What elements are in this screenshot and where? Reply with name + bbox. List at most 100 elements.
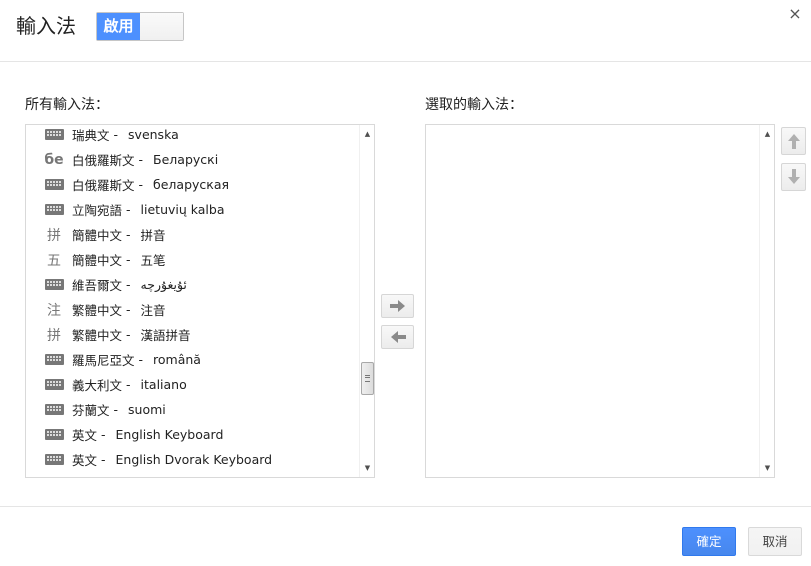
input-method-item[interactable]: 英文 - English Dvorak Keyboard bbox=[26, 447, 358, 472]
cancel-button[interactable]: 取消 bbox=[748, 527, 802, 556]
keyboard-icon bbox=[44, 428, 64, 442]
method-separator: - bbox=[138, 152, 144, 167]
method-native-name: svenska bbox=[128, 127, 179, 142]
method-separator: - bbox=[126, 327, 131, 342]
method-language: 英文 bbox=[72, 428, 98, 443]
input-method-item[interactable]: 維吾爾文 - ئۇيغۇرچە bbox=[26, 272, 358, 297]
arrow-right-icon bbox=[389, 300, 405, 312]
keyboard-icon bbox=[44, 203, 64, 217]
ime-glyph-icon: 拼 bbox=[47, 227, 61, 244]
method-language: 簡體中文 bbox=[72, 253, 123, 268]
keyboard-glyph bbox=[44, 404, 64, 415]
method-language: 繁體中文 bbox=[72, 303, 123, 318]
ime-glyph-icon: бe bbox=[44, 151, 64, 168]
method-native-name: беларуская bbox=[153, 177, 230, 192]
all-methods-label: 所有輸入法： bbox=[25, 97, 109, 113]
enable-toggle[interactable]: 啟用 bbox=[96, 12, 184, 41]
input-method-item[interactable]: 瑞典文 - svenska bbox=[26, 125, 358, 147]
method-native-name: English Dvorak Keyboard bbox=[115, 452, 273, 467]
method-native-name: 漢語拼音 bbox=[140, 328, 191, 343]
method-native-name: italiano bbox=[140, 377, 187, 392]
all-methods-scrollbar[interactable]: ▲ ▼ bbox=[359, 125, 374, 477]
close-icon[interactable]: × bbox=[787, 6, 803, 22]
method-separator: - bbox=[126, 302, 131, 317]
method-native-name: Беларускі bbox=[153, 152, 219, 167]
method-separator: - bbox=[126, 202, 131, 217]
keyboard-glyph bbox=[44, 454, 64, 465]
input-method-item[interactable]: 羅馬尼亞文 - română bbox=[26, 347, 358, 372]
keyboard-icon bbox=[44, 353, 64, 367]
input-method-item[interactable]: 義大利文 - italiano bbox=[26, 372, 358, 397]
scroll-down-arrow-icon[interactable]: ▼ bbox=[760, 461, 774, 475]
keyboard-glyph bbox=[44, 129, 64, 140]
input-method-dialog: 輸入法 啟用 × 所有輸入法： 選取的輸入法： 瑞典文 - svenska бe 白俄羅… bbox=[0, 0, 811, 566]
input-method-item[interactable]: 白俄羅斯文 - беларуская bbox=[26, 172, 358, 197]
input-method-item[interactable]: 五簡體中文 - 五笔 bbox=[26, 247, 358, 272]
keyboard-glyph bbox=[44, 379, 64, 390]
dialog-title: 輸入法 bbox=[16, 14, 76, 38]
arrow-left-icon bbox=[390, 331, 406, 343]
selected-methods-label: 選取的輸入法： bbox=[425, 97, 523, 113]
scrollbar-thumb[interactable] bbox=[361, 362, 374, 395]
move-down-button[interactable] bbox=[781, 163, 806, 191]
method-native-name: 拼音 bbox=[140, 228, 166, 243]
method-language: 簡體中文 bbox=[72, 228, 123, 243]
input-method-item[interactable]: 英文 - English Keyboard bbox=[26, 422, 358, 447]
input-method-item[interactable]: 芬蘭文 - suomi bbox=[26, 397, 358, 422]
input-method-item[interactable]: бe 白俄羅斯文 - Беларускі bbox=[26, 147, 358, 172]
scroll-down-arrow-icon[interactable]: ▼ bbox=[360, 461, 374, 475]
method-language: 英文 bbox=[72, 453, 98, 468]
all-methods-list[interactable]: 瑞典文 - svenska бe 白俄羅斯文 - Беларускі 白俄羅斯文 - белару… bbox=[25, 124, 375, 478]
add-method-button[interactable] bbox=[381, 294, 414, 318]
move-up-button[interactable] bbox=[781, 127, 806, 155]
method-language: 立陶宛語 bbox=[72, 203, 123, 218]
scroll-up-arrow-icon[interactable]: ▲ bbox=[360, 127, 374, 141]
keyboard-glyph bbox=[44, 354, 64, 365]
method-language: 白俄羅斯文 bbox=[72, 178, 135, 193]
method-separator: - bbox=[101, 427, 106, 442]
method-separator: - bbox=[101, 452, 106, 467]
arrow-up-icon bbox=[787, 134, 800, 149]
method-native-name: română bbox=[153, 352, 201, 367]
method-language: 瑞典文 bbox=[72, 128, 110, 143]
selected-methods-scrollbar[interactable]: ▲ ▼ bbox=[759, 125, 774, 477]
ime-glyph-icon: 拼 bbox=[47, 327, 61, 344]
method-native-name: 注音 bbox=[140, 303, 166, 318]
method-separator: - bbox=[138, 352, 144, 367]
method-separator: - bbox=[126, 377, 131, 392]
keyboard-glyph bbox=[44, 279, 64, 290]
method-language: 芬蘭文 bbox=[72, 403, 110, 418]
toggle-on-label: 啟用 bbox=[97, 13, 141, 40]
input-method-item[interactable]: 拼繁體中文 - 漢語拼音 bbox=[26, 322, 358, 347]
method-separator: - bbox=[126, 277, 131, 292]
toggle-knob bbox=[140, 13, 183, 40]
input-method-item[interactable]: 注繁體中文 - 注音 bbox=[26, 297, 358, 322]
method-language: 白俄羅斯文 bbox=[72, 153, 135, 168]
keyboard-icon bbox=[44, 478, 64, 479]
input-method-item[interactable]: 拼簡體中文 - 拼音 bbox=[26, 222, 358, 247]
header-divider bbox=[0, 61, 811, 62]
method-language: 維吾爾文 bbox=[72, 278, 123, 293]
method-separator: - bbox=[126, 252, 131, 267]
method-native-name: ئۇيغۇرچە bbox=[140, 277, 187, 292]
keyboard-glyph bbox=[44, 429, 64, 440]
method-native-name: lietuvių kalba bbox=[140, 202, 225, 217]
keyboard-icon bbox=[44, 278, 64, 292]
method-separator: - bbox=[113, 127, 119, 142]
input-method-item[interactable] bbox=[26, 472, 358, 479]
keyboard-icon bbox=[44, 178, 64, 192]
remove-method-button[interactable] bbox=[381, 325, 414, 349]
ok-button[interactable]: 確定 bbox=[682, 527, 736, 556]
selected-methods-list[interactable]: ▲ ▼ bbox=[425, 124, 775, 478]
keyboard-icon bbox=[44, 403, 64, 417]
ime-glyph-icon: 五 bbox=[47, 252, 61, 269]
keyboard-glyph bbox=[44, 204, 64, 215]
keyboard-icon bbox=[44, 128, 64, 142]
input-method-item[interactable]: 立陶宛語 - lietuvių kalba bbox=[26, 197, 358, 222]
method-language: 繁體中文 bbox=[72, 328, 123, 343]
scroll-up-arrow-icon[interactable]: ▲ bbox=[760, 127, 774, 141]
keyboard-glyph bbox=[44, 179, 64, 190]
ime-glyph-icon: 注 bbox=[47, 302, 61, 319]
method-separator: - bbox=[126, 227, 131, 242]
method-native-name: suomi bbox=[128, 402, 166, 417]
